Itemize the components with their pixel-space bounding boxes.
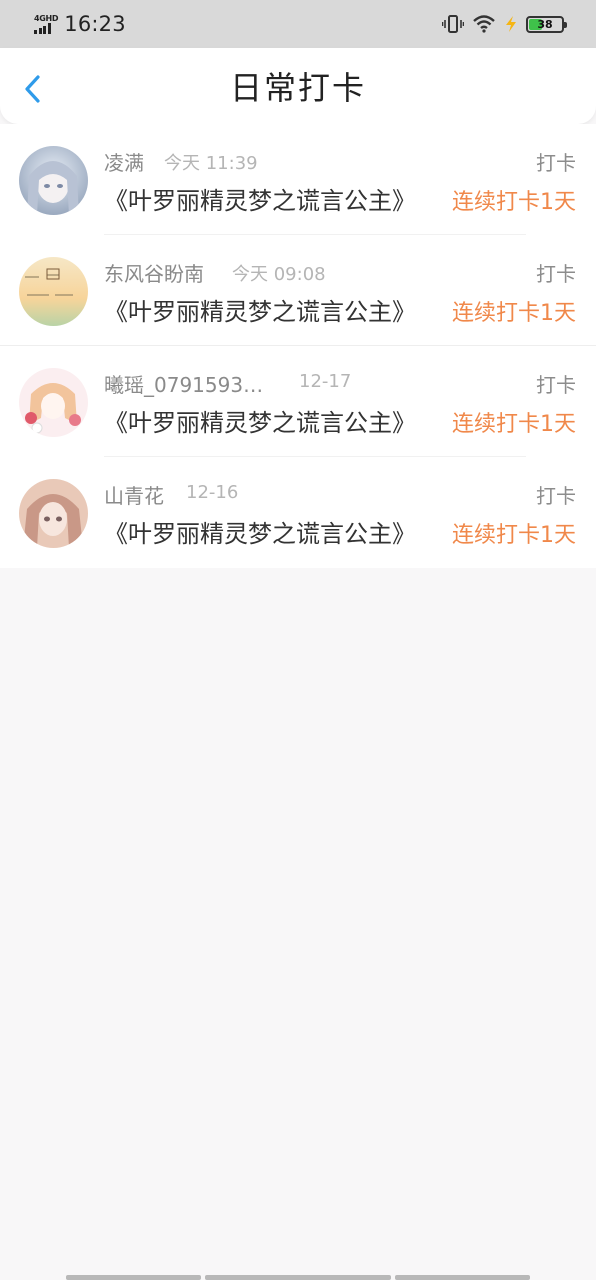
- cell-signal-icon: 4GHD: [34, 14, 59, 34]
- streak-count: 连续打卡1天: [452, 190, 576, 215]
- checkin-type: 打卡: [536, 262, 576, 286]
- gesture-bar-home[interactable]: [205, 1275, 391, 1280]
- book-title[interactable]: 《叶罗丽精灵梦之谎言公主》: [104, 514, 416, 549]
- list-item[interactable]: 凌满 今天 11:39 打卡 《叶罗丽精灵梦之谎言公主》 连续打卡1天: [0, 124, 596, 235]
- battery-icon: 38: [526, 15, 567, 33]
- clock: 16:23: [64, 12, 126, 36]
- avatar[interactable]: [19, 479, 88, 548]
- book-title[interactable]: 《叶罗丽精灵梦之谎言公主》: [104, 292, 416, 327]
- checkin-time: 今天 11:39: [164, 153, 258, 174]
- charging-bolt-icon: [506, 16, 516, 32]
- avatar[interactable]: [19, 368, 88, 437]
- battery-level: 38: [537, 17, 553, 31]
- wifi-icon: [473, 15, 495, 33]
- chevron-left-icon[interactable]: [20, 74, 48, 104]
- page-title: 日常打卡: [229, 69, 366, 107]
- checkin-type: 打卡: [536, 151, 576, 175]
- checkin-time: 今天 09:08: [232, 264, 326, 285]
- streak-count: 连续打卡1天: [452, 412, 576, 437]
- user-name[interactable]: 曦瑶_0791593…: [104, 369, 263, 398]
- avatar[interactable]: [19, 146, 88, 215]
- avatar[interactable]: [19, 257, 88, 326]
- list-item[interactable]: 东风谷盼南 今天 09:08 打卡 《叶罗丽精灵梦之谎言公主》 连续打卡1天: [0, 235, 596, 346]
- status-bar: 4GHD 16:23 38: [0, 0, 596, 48]
- checkin-type: 打卡: [536, 373, 576, 397]
- vibrate-icon: [442, 15, 464, 33]
- checkin-time: 12-17: [299, 371, 352, 392]
- checkin-time: 12-16: [186, 482, 239, 503]
- user-name[interactable]: 东风谷盼南: [104, 258, 204, 287]
- user-name[interactable]: 山青花: [104, 480, 164, 509]
- book-title[interactable]: 《叶罗丽精灵梦之谎言公主》: [104, 403, 416, 438]
- gesture-bar-left: [66, 1275, 201, 1280]
- streak-count: 连续打卡1天: [452, 301, 576, 326]
- top-nav-bar: 日常打卡: [0, 48, 596, 124]
- list-item[interactable]: 曦瑶_0791593… 12-17 打卡 《叶罗丽精灵梦之谎言公主》 连续打卡1…: [0, 346, 596, 457]
- gesture-bar-right: [395, 1275, 530, 1280]
- list-item[interactable]: 山青花 12-16 打卡 《叶罗丽精灵梦之谎言公主》 连续打卡1天: [0, 457, 596, 568]
- checkin-type: 打卡: [536, 484, 576, 508]
- checkin-list: 凌满 今天 11:39 打卡 《叶罗丽精灵梦之谎言公主》 连续打卡1天 东风谷盼…: [0, 124, 596, 568]
- user-name[interactable]: 凌满: [104, 147, 144, 176]
- network-type: 4GHD: [34, 14, 59, 23]
- streak-count: 连续打卡1天: [452, 523, 576, 548]
- book-title[interactable]: 《叶罗丽精灵梦之谎言公主》: [104, 181, 416, 216]
